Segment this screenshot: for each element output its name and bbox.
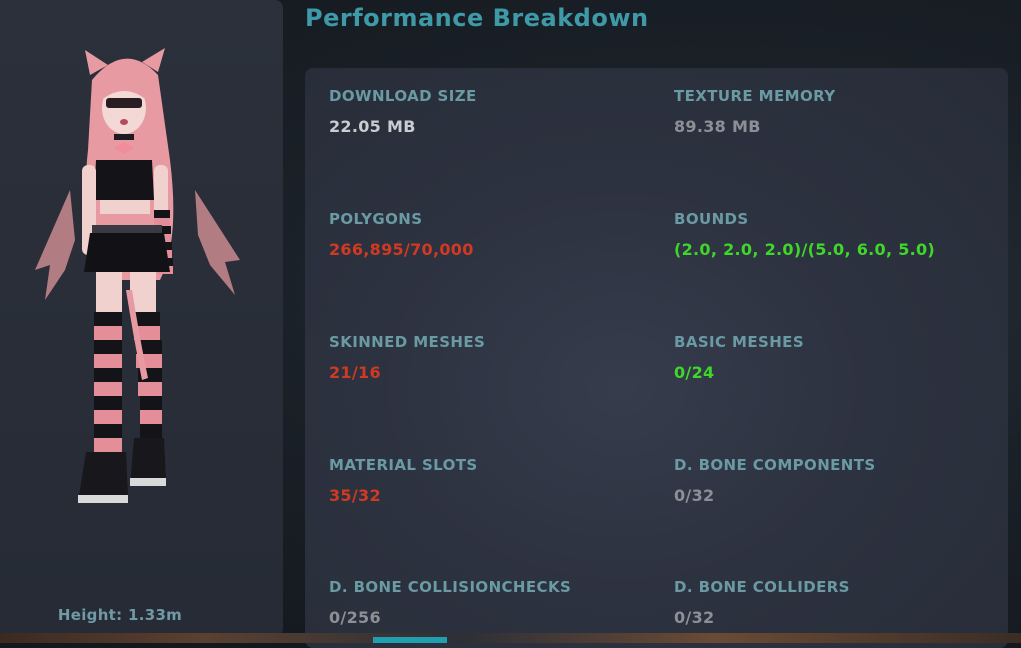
background-strip (0, 633, 1021, 643)
stat-label: MATERIAL SLOTS (329, 456, 478, 474)
stat-basic-meshes: BASIC MESHES 0/24 (674, 333, 1004, 382)
stat-value: 89.38 MB (674, 117, 761, 136)
stat-value: 22.05 MB (329, 117, 416, 136)
stat-value: 266,895/70,000 (329, 240, 474, 259)
stat-value: 0/24 (674, 363, 715, 382)
stat-material-slots: MATERIAL SLOTS 35/32 (329, 456, 659, 505)
stat-skinned-meshes: SKINNED MESHES 21/16 (329, 333, 659, 382)
stat-dynamic-bone-components: D. BONE COMPONENTS 0/32 (674, 456, 1004, 505)
stat-value: 0/32 (674, 486, 715, 505)
stat-value: 35/32 (329, 486, 381, 505)
stat-label: POLYGONS (329, 210, 423, 228)
stat-label: BASIC MESHES (674, 333, 805, 351)
scroll-indicator[interactable] (373, 637, 447, 643)
stat-dynamic-bone-colliders: D. BONE COLLIDERS 0/32 (674, 578, 1004, 627)
stat-value: 0/256 (329, 608, 381, 627)
stat-label: DOWNLOAD SIZE (329, 87, 477, 105)
stat-dynamic-bone-collision-checks: D. BONE COLLISIONCHECKS 0/256 (329, 578, 659, 627)
stat-value: 0/32 (674, 608, 715, 627)
stat-label: D. BONE COLLISIONCHECKS (329, 578, 572, 596)
avatar-height-label: Height: 1.33m (57, 606, 183, 624)
stat-value: (2.0, 2.0, 2.0)/(5.0, 6.0, 5.0) (674, 240, 936, 259)
stat-label: TEXTURE MEMORY (674, 87, 836, 105)
stat-label: D. BONE COMPONENTS (674, 456, 876, 474)
performance-stats-panel: DOWNLOAD SIZE 22.05 MB TEXTURE MEMORY 89… (305, 68, 1008, 648)
stat-download-size: DOWNLOAD SIZE 22.05 MB (329, 87, 659, 136)
stat-label: BOUNDS (674, 210, 749, 228)
stat-label: D. BONE COLLIDERS (674, 578, 850, 596)
stat-texture-memory: TEXTURE MEMORY 89.38 MB (674, 87, 1004, 136)
avatar-preview-panel: Height: 1.33m (0, 0, 283, 636)
page-title: Performance Breakdown (305, 4, 649, 32)
stat-value: 21/16 (329, 363, 381, 382)
stat-polygons: POLYGONS 266,895/70,000 (329, 210, 659, 259)
stat-bounds: BOUNDS (2.0, 2.0, 2.0)/(5.0, 6.0, 5.0) (674, 210, 1004, 259)
stat-label: SKINNED MESHES (329, 333, 486, 351)
avatar-model-image (35, 48, 240, 503)
